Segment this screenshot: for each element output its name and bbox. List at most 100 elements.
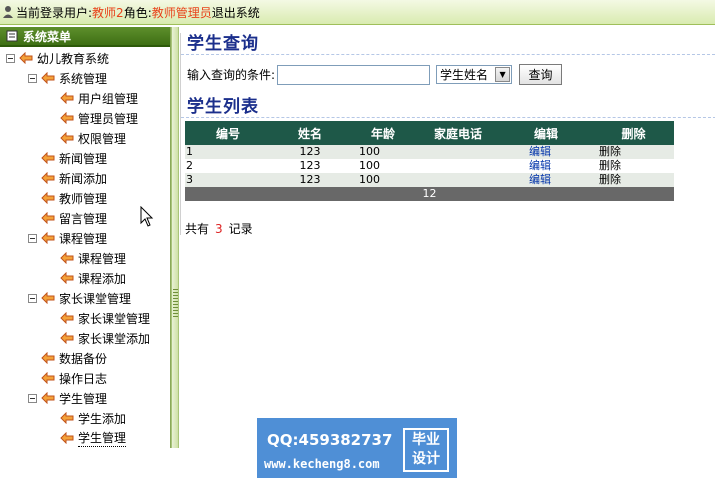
query-field-value: 学生姓名 bbox=[440, 68, 489, 82]
sidebar-item[interactable]: 管理员管理 bbox=[60, 108, 138, 128]
sidebar-item-label: 学生管理 bbox=[59, 391, 108, 406]
sidebar-item[interactable]: 权限管理 bbox=[60, 128, 126, 148]
table-cell bbox=[417, 173, 499, 187]
sidebar-item[interactable]: 学生添加 bbox=[60, 408, 126, 428]
user-icon bbox=[3, 6, 13, 18]
collapse-icon[interactable] bbox=[6, 53, 15, 63]
list-title: 学生列表 bbox=[181, 96, 715, 118]
delete-link[interactable]: 删除 bbox=[593, 159, 674, 173]
arrow-left-icon bbox=[60, 432, 74, 444]
col-header: 年龄 bbox=[349, 121, 417, 145]
arrow-left-icon bbox=[60, 132, 74, 144]
watermark-badge: 毕业 设计 bbox=[403, 428, 449, 472]
sidebar-item-label: 教师管理 bbox=[59, 191, 108, 206]
arrow-left-icon bbox=[60, 272, 74, 284]
col-header: 姓名 bbox=[271, 121, 349, 145]
chevron-down-icon[interactable]: ▼ bbox=[495, 67, 511, 82]
collapse-icon[interactable] bbox=[28, 293, 37, 303]
badge-line1: 毕业 bbox=[412, 432, 440, 448]
sidebar-item-label: 留言管理 bbox=[59, 211, 108, 226]
sidebar-item[interactable]: 学生管理 bbox=[60, 428, 127, 448]
sidebar-item[interactable]: 教师管理 bbox=[28, 188, 107, 208]
sidebar-item-label: 新闻管理 bbox=[59, 151, 108, 166]
sidebar-item[interactable]: 家长课堂管理 bbox=[28, 288, 131, 308]
edit-link[interactable]: 编辑 bbox=[529, 159, 551, 172]
arrow-left-icon bbox=[60, 332, 74, 344]
sidebar-item[interactable]: 幼儿教育系统 bbox=[6, 48, 109, 68]
record-count: 共有 3 记录 bbox=[185, 220, 253, 237]
watermark-qq: QQ:459382737 bbox=[267, 431, 393, 449]
edit-link[interactable]: 编辑 bbox=[529, 145, 551, 158]
query-row: 输入查询的条件: 学生姓名 ▼ 查询 bbox=[187, 64, 563, 85]
arrow-left-icon bbox=[41, 152, 55, 164]
collapse-icon[interactable] bbox=[28, 233, 37, 243]
pager[interactable]: 12 bbox=[185, 187, 674, 201]
arrow-left-icon bbox=[60, 92, 74, 104]
sidebar-item[interactable]: 课程管理 bbox=[60, 248, 126, 268]
query-field-select[interactable]: 学生姓名 ▼ bbox=[436, 65, 513, 84]
sidebar-item[interactable]: 留言管理 bbox=[28, 208, 107, 228]
sidebar-item[interactable]: 系统管理 bbox=[28, 68, 107, 88]
count-suffix: 记录 bbox=[228, 222, 253, 236]
watermark-banner: QQ:459382737 www.kecheng8.com 毕业 设计 bbox=[257, 418, 457, 478]
sidebar-item[interactable]: 学生管理 bbox=[28, 388, 107, 408]
sidebar-item-label: 用户组管理 bbox=[78, 91, 139, 106]
sidebar-item-label: 课程添加 bbox=[78, 271, 127, 286]
sidebar-item[interactable]: 用户组管理 bbox=[60, 88, 138, 108]
sidebar-item-label: 学生添加 bbox=[78, 411, 127, 426]
query-input[interactable] bbox=[277, 64, 431, 85]
count-prefix: 共有 bbox=[185, 222, 210, 236]
arrow-left-icon bbox=[41, 232, 55, 244]
arrow-left-icon bbox=[60, 412, 74, 424]
table-row: 1 123 100 编辑 删除 bbox=[185, 145, 674, 159]
count-number: 3 bbox=[215, 222, 223, 236]
table-row: 3 123 100 编辑 删除 bbox=[185, 173, 674, 187]
arrow-left-icon bbox=[41, 172, 55, 184]
table-cell: 2 bbox=[185, 159, 271, 173]
sidebar-item[interactable]: 新闻管理 bbox=[28, 148, 107, 168]
login-prefix: 当前登录用户: bbox=[16, 5, 93, 20]
logout-link[interactable]: 退出系统 bbox=[212, 4, 260, 21]
role-label: 角色: bbox=[123, 5, 152, 20]
delete-link[interactable]: 删除 bbox=[593, 173, 674, 187]
sidebar-item-label: 家长课堂管理 bbox=[59, 291, 132, 306]
query-title: 学生查询 bbox=[181, 33, 715, 55]
arrow-left-icon bbox=[60, 252, 74, 264]
main-content: 学生查询 输入查询的条件: 学生姓名 ▼ 查询 学生列表 编号 姓名 年龄 家庭… bbox=[180, 27, 715, 484]
arrow-left-icon bbox=[41, 72, 55, 84]
sidebar-splitter[interactable] bbox=[171, 27, 179, 448]
query-panel: 学生查询 输入查询的条件: 学生姓名 ▼ 查询 学生列表 编号 姓名 年龄 家庭… bbox=[180, 33, 715, 237]
sidebar-item[interactable]: 新闻添加 bbox=[28, 168, 107, 188]
sidebar-item[interactable]: 课程管理 bbox=[28, 228, 107, 248]
sidebar-header: 系统菜单 bbox=[0, 27, 170, 47]
table-cell: 1 bbox=[185, 145, 271, 159]
sidebar-item-label: 数据备份 bbox=[59, 351, 108, 366]
table-cell: 100 bbox=[349, 159, 417, 173]
sidebar-item-label: 操作日志 bbox=[59, 371, 108, 386]
sidebar-item[interactable]: 家长课堂添加 bbox=[60, 328, 150, 348]
top-bar: 当前登录用户: 教师2 角色: 教师管理员 退出系统 bbox=[0, 0, 715, 25]
sidebar-item-label: 管理员管理 bbox=[78, 111, 139, 126]
table-row: 2 123 100 编辑 删除 bbox=[185, 159, 674, 173]
sidebar-item-label: 课程管理 bbox=[78, 251, 127, 266]
table-cell: 100 bbox=[349, 145, 417, 159]
query-button[interactable]: 查询 bbox=[519, 64, 563, 85]
table-cell bbox=[417, 145, 499, 159]
sidebar-item[interactable]: 数据备份 bbox=[28, 348, 107, 368]
current-user: 教师2 bbox=[92, 5, 124, 20]
menu-book-icon bbox=[6, 30, 18, 42]
sidebar-item[interactable]: 操作日志 bbox=[28, 368, 107, 388]
collapse-icon[interactable] bbox=[28, 393, 37, 403]
sidebar-item-label: 课程管理 bbox=[59, 231, 108, 246]
sidebar-item[interactable]: 课程添加 bbox=[60, 268, 126, 288]
sidebar-item-label: 家长课堂管理 bbox=[78, 311, 151, 326]
arrow-left-icon bbox=[41, 372, 55, 384]
sidebar-item[interactable]: 家长课堂管理 bbox=[60, 308, 150, 328]
collapse-icon[interactable] bbox=[28, 73, 37, 83]
table-cell: 3 bbox=[185, 173, 271, 187]
pager-row: 12 bbox=[185, 187, 674, 201]
edit-link[interactable]: 编辑 bbox=[529, 173, 551, 186]
splitter-grip[interactable] bbox=[173, 289, 178, 319]
delete-link[interactable]: 删除 bbox=[593, 145, 674, 159]
col-header: 家庭电话 bbox=[417, 121, 499, 145]
